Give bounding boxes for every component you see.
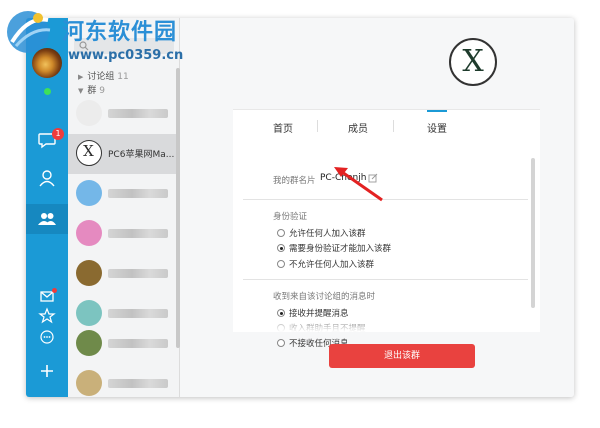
group-avatar (76, 370, 102, 396)
selected-group-name: PC6苹果网Ma... (108, 150, 175, 160)
option-label: 不允许任何人加入该群 (289, 260, 375, 270)
list-item[interactable] (68, 94, 176, 134)
blurred-name (108, 189, 168, 198)
list-scrollbar[interactable] (176, 68, 180, 348)
group-avatar (76, 180, 102, 206)
auth-section-title: 身份验证 (273, 212, 308, 222)
auth-option-deny-all[interactable]: 不允许任何人加入该群 (277, 258, 374, 270)
watermark-logo-icon (7, 11, 51, 53)
left-nav-bar: 1 (26, 18, 68, 397)
radio-button[interactable] (277, 339, 285, 347)
radio-button[interactable] (277, 229, 285, 237)
radio-button-checked[interactable] (277, 244, 285, 252)
chevron-right-icon: ▶ (78, 73, 84, 81)
settings-card: 首页 成员 设置 我的群名片 PC-Chenjh 身份验证 允许任何人加入该群 (233, 109, 540, 349)
star-icon[interactable] (37, 306, 57, 326)
group-avatar (76, 100, 102, 126)
group-card-value: PC-Chenjh (320, 173, 367, 183)
list-item-selected[interactable]: X PC6苹果网Ma... (68, 134, 176, 174)
divider (243, 279, 528, 280)
tab-home[interactable]: 首页 (273, 120, 293, 135)
group-list-panel: ▶ 讨论组 11 ▼ 群 9 X PC6苹果网Ma... (68, 18, 180, 397)
chat-unread-badge: 1 (52, 128, 64, 140)
tab-settings[interactable]: 设置 (427, 120, 447, 135)
group-avatar (76, 260, 102, 286)
group-icon[interactable] (37, 209, 57, 229)
mac-x-icon: X (76, 140, 102, 166)
more-icon[interactable] (37, 327, 57, 347)
list-item[interactable] (68, 174, 176, 214)
auth-option-allow-all[interactable]: 允许任何人加入该群 (277, 227, 366, 239)
blurred-name (108, 309, 168, 318)
group-avatar (76, 220, 102, 246)
discussion-label: 讨论组 (87, 72, 115, 82)
list-item[interactable] (68, 364, 176, 397)
blurred-name (108, 339, 168, 348)
screenshot-stage: 河东软件园 www.pc0359.cn 1 ▶ 讨论组 11 ▼ 群 9 X P… (0, 0, 600, 428)
tab-divider (317, 120, 318, 132)
scroll-fade (233, 316, 540, 332)
group-avatar (76, 330, 102, 356)
list-item[interactable] (68, 214, 176, 254)
group-avatar (76, 300, 102, 326)
group-settings-panel: X 首页 成员 设置 我的群名片 PC-Chenjh 身份验证 允许任何人加入该… (181, 18, 574, 397)
blurred-name (108, 269, 168, 278)
option-label: 需要身份验证才能加入该群 (289, 244, 392, 254)
divider (243, 199, 528, 200)
watermark-url: www.pc0359.cn (68, 48, 184, 63)
watermark-title: 河东软件园 (62, 19, 178, 45)
radio-button[interactable] (277, 260, 285, 268)
option-label: 允许任何人加入该群 (289, 229, 366, 239)
blurred-name (108, 379, 168, 388)
quit-group-button[interactable]: 退出该群 (329, 344, 475, 368)
contact-icon[interactable] (37, 168, 57, 188)
edit-icon[interactable] (368, 173, 378, 183)
tab-members[interactable]: 成员 (348, 120, 368, 135)
tree-discussion-groups[interactable]: ▶ 讨论组 11 (78, 69, 129, 82)
app-window: 1 ▶ 讨论组 11 ▼ 群 9 X PC6苹果网Ma... X 首页 成员 设… (26, 18, 574, 397)
blurred-name (108, 229, 168, 238)
list-item[interactable] (68, 254, 176, 294)
msg-section-title: 收到来自该讨论组的消息时 (273, 292, 376, 302)
blurred-name (108, 109, 168, 118)
list-item[interactable] (68, 324, 176, 364)
group-logo-icon: X (449, 38, 497, 86)
online-status-dot (44, 88, 51, 95)
tab-divider (393, 120, 394, 132)
add-icon[interactable] (37, 361, 57, 381)
active-tab-indicator (427, 110, 447, 112)
settings-scrollbar[interactable] (531, 158, 535, 308)
mail-notification-dot (52, 288, 57, 293)
auth-option-require-verify[interactable]: 需要身份验证才能加入该群 (277, 242, 391, 254)
group-card-label: 我的群名片 (273, 176, 316, 186)
discussion-count: 11 (117, 72, 129, 82)
watermark: 河东软件园 www.pc0359.cn (2, 2, 232, 64)
